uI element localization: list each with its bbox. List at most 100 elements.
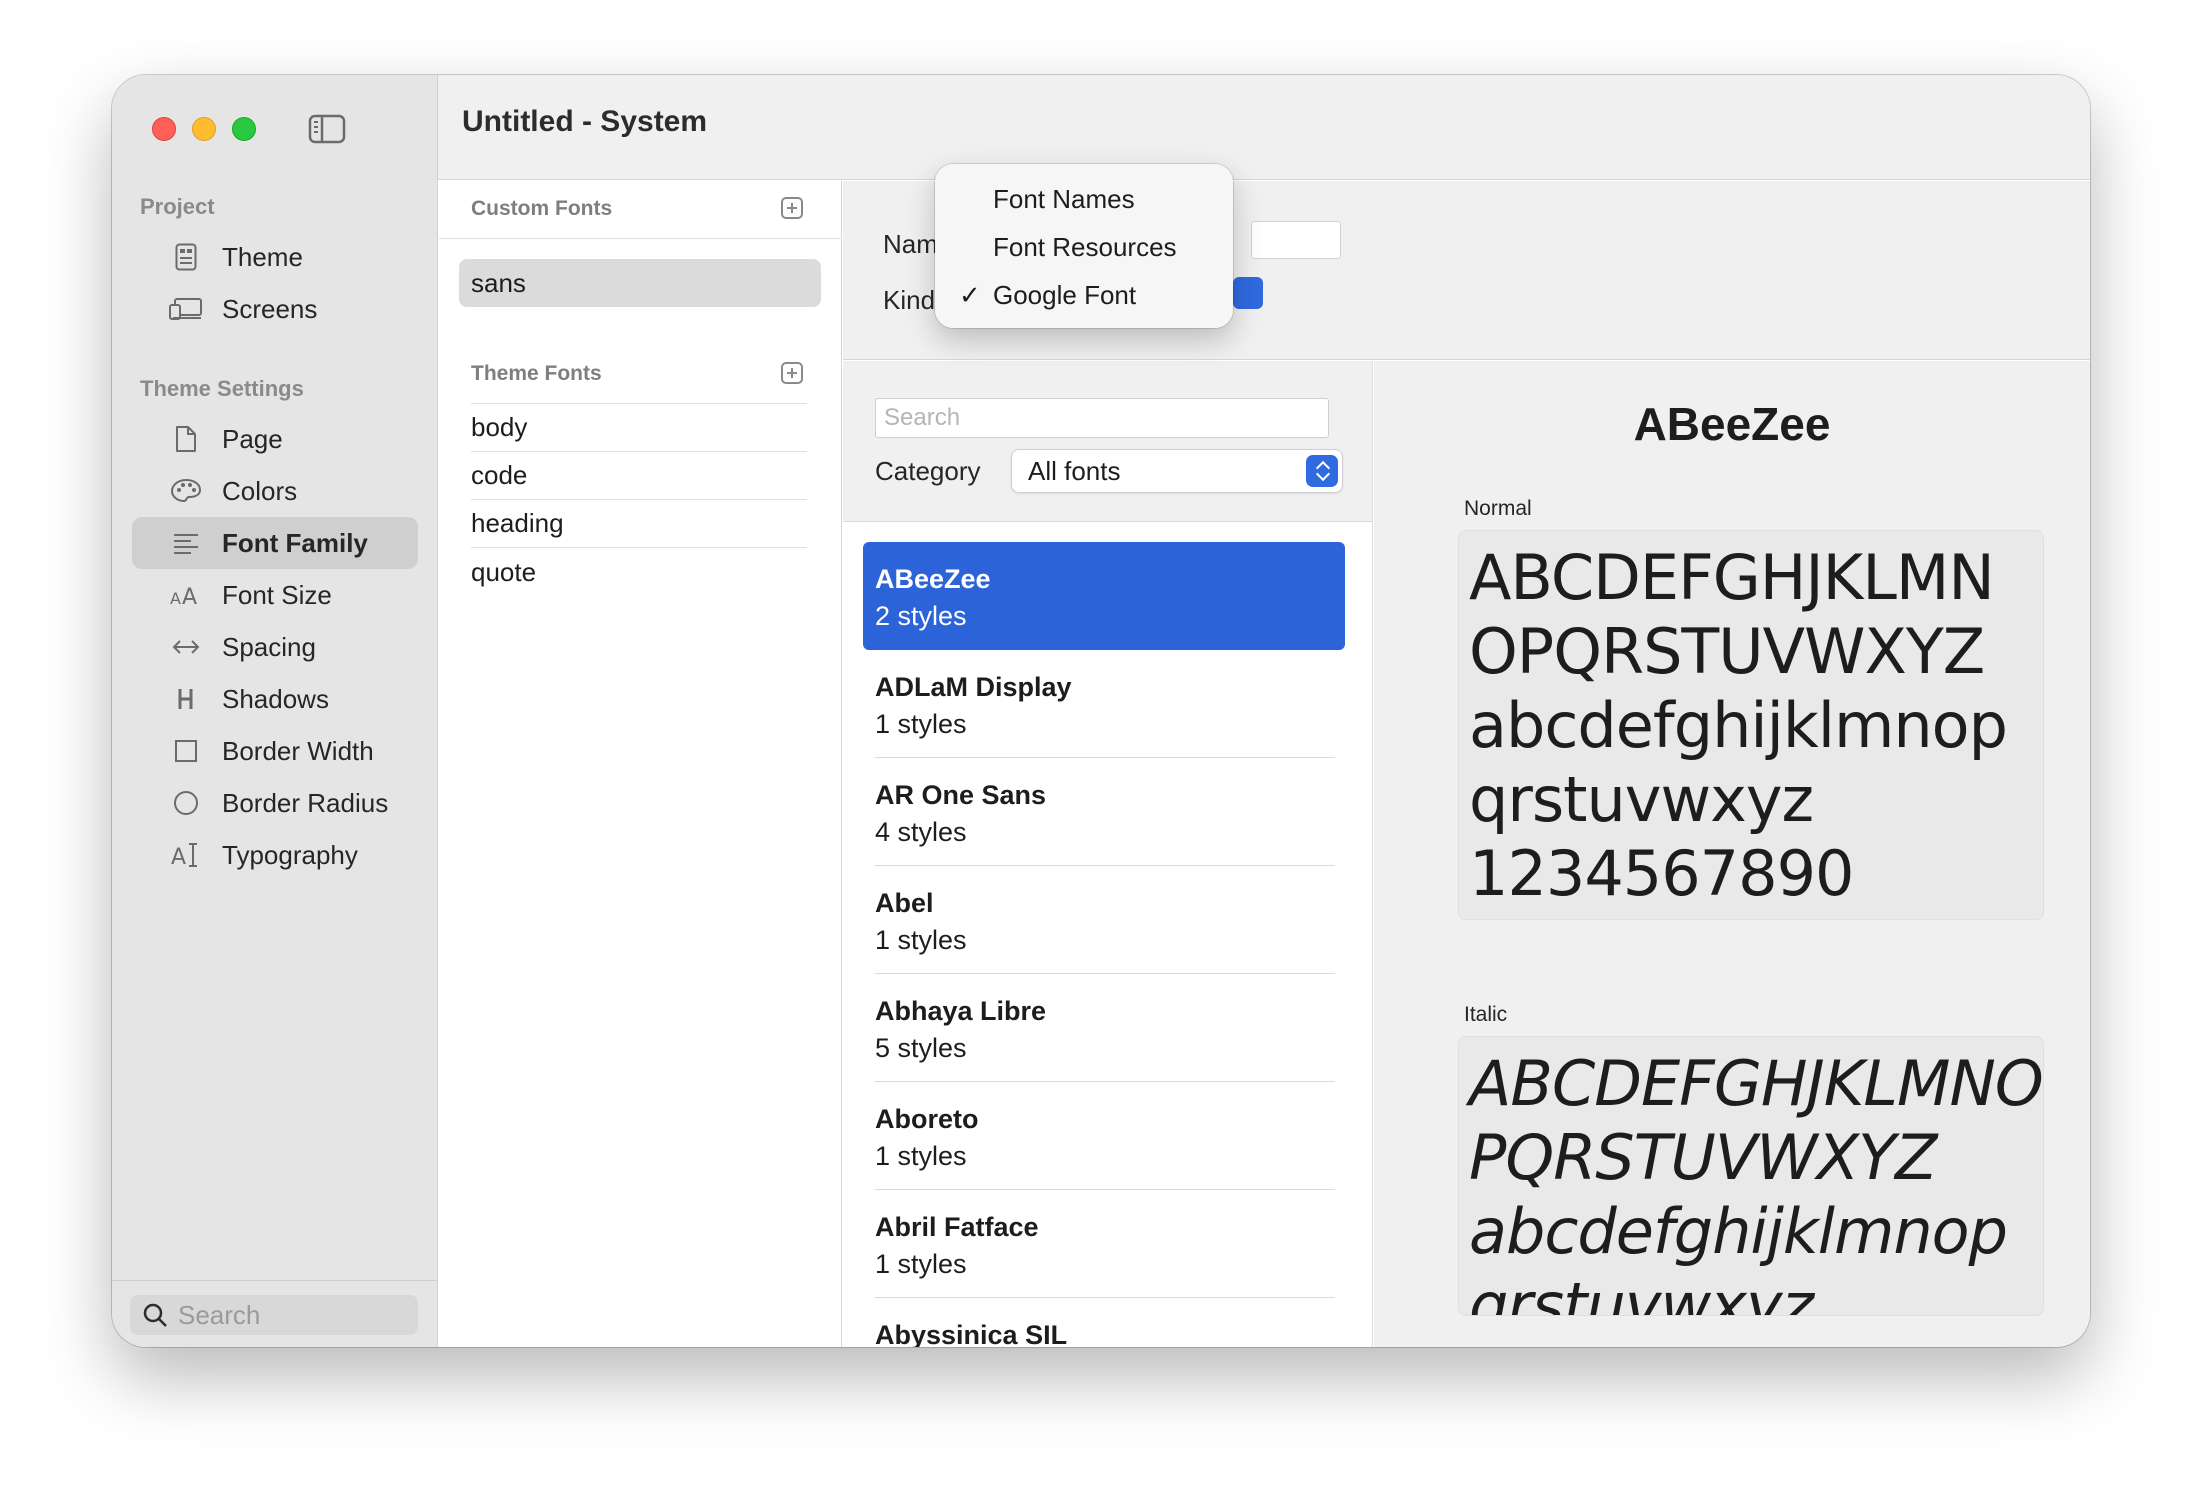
google-fonts-panel: Search Category All fonts ABeeZee 2 styl… (843, 361, 1373, 1347)
menu-item-google-font[interactable]: Google Font (993, 280, 1136, 311)
kind-popup-stepper[interactable] (1233, 277, 1263, 309)
font-style-count: 1 styles (875, 925, 967, 955)
add-custom-font-button[interactable] (781, 197, 803, 219)
theme-icon (168, 242, 204, 272)
sidebar: Project Theme Screens Theme Settings Pag… (112, 75, 438, 1347)
sidebar-toggle-icon[interactable] (308, 113, 346, 145)
font-style-count: 2 styles (875, 601, 967, 631)
typography-icon: A (168, 840, 204, 870)
font-name: Abril Fatface (875, 1212, 1039, 1242)
page-icon (168, 424, 204, 454)
titlebar: Untitled - System (438, 75, 2090, 180)
sidebar-item-font-size[interactable]: AA Font Size (132, 569, 418, 621)
sidebar-item-screens[interactable]: Screens (132, 283, 418, 335)
sidebar-item-label: Border Width (222, 735, 374, 766)
screens-icon (168, 294, 204, 324)
sidebar-item-label: Font Family (222, 527, 368, 558)
theme-font-item[interactable]: body (471, 404, 807, 452)
sample-line: qrstuvwxyz (1469, 1269, 1814, 1316)
custom-fonts-header: Custom Fonts (471, 197, 613, 220)
sidebar-item-label: Colors (222, 475, 298, 506)
font-list-item[interactable]: ABeeZee 2 styles (863, 542, 1345, 650)
sidebar-divider (112, 1280, 437, 1281)
menu-item-font-names[interactable]: Font Names (993, 184, 1135, 215)
font-list-item[interactable]: Abel 1 styles (863, 866, 1345, 974)
theme-fonts-header: Theme Fonts (471, 362, 602, 385)
sidebar-item-label: Font Size (222, 579, 332, 610)
sidebar-item-label: Shadows (222, 683, 329, 714)
project-section-header: Project (140, 194, 215, 219)
name-field[interactable] (1251, 221, 1341, 259)
sidebar-item-label: Spacing (222, 631, 316, 662)
normal-style-label: Normal (1464, 497, 1532, 520)
category-select[interactable]: All fonts (1011, 449, 1343, 493)
sidebar-search-placeholder: Search (178, 1299, 261, 1330)
font-name: Abyssinica SIL (875, 1320, 1068, 1347)
sidebar-item-label: Screens (222, 293, 318, 324)
sidebar-item-font-family[interactable]: Font Family (132, 517, 418, 569)
font-search-input[interactable]: Search (875, 398, 1329, 438)
sidebar-item-label: Border Radius (222, 787, 389, 818)
sample-line: abcdefghijklmnop (1469, 689, 2008, 762)
sidebar-item-label: Typography (222, 839, 358, 870)
sample-line: 1234567890 (1469, 837, 1854, 910)
fonts-panel: Custom Fonts sans Theme Fonts body code … (439, 181, 842, 1347)
font-list-item[interactable]: Abhaya Libre 5 styles (863, 974, 1345, 1082)
window-title: Untitled - System (462, 105, 708, 138)
add-theme-font-button[interactable] (781, 362, 803, 384)
sidebar-item-typography[interactable]: A Typography (132, 829, 418, 881)
font-name: Abel (875, 888, 934, 918)
sidebar-item-label: Page (222, 423, 283, 454)
font-name: Aboreto (875, 1104, 979, 1134)
theme-font-item[interactable]: heading (471, 500, 807, 548)
sample-line: ABCDEFGHJKLMNO (1469, 1047, 2043, 1120)
custom-font-item[interactable]: sans (459, 259, 821, 307)
font-list-item[interactable]: Abril Fatface 1 styles (863, 1190, 1345, 1298)
sidebar-item-label: Theme (222, 241, 303, 272)
category-value: All fonts (1028, 455, 1121, 486)
font-name: ABeeZee (875, 564, 991, 594)
font-style-count: 1 styles (875, 709, 967, 739)
sidebar-item-colors[interactable]: Colors (132, 465, 418, 517)
shadows-icon (168, 684, 204, 714)
italic-sample: ABCDEFGHJKLMNO PQRSTUVWXYZ abcdefghijklm… (1458, 1036, 2044, 1316)
name-label: Nam (883, 229, 938, 259)
minimize-window-button[interactable] (192, 117, 216, 141)
sample-line: abcdefghijklmnop (1469, 1195, 2008, 1268)
preview-font-name: ABeeZee (1633, 398, 1831, 450)
font-style-count: 4 styles (875, 817, 967, 847)
svg-text:A: A (170, 589, 181, 606)
font-list-item[interactable]: ADLaM Display 1 styles (863, 650, 1345, 758)
search-icon (142, 1302, 168, 1328)
theme-font-item[interactable]: code (471, 452, 807, 500)
font-style-count: 5 styles (875, 1033, 967, 1063)
sidebar-item-page[interactable]: Page (132, 413, 418, 465)
font-name: ADLaM Display (875, 672, 1072, 702)
sidebar-item-theme[interactable]: Theme (132, 231, 418, 283)
sidebar-item-border-radius[interactable]: Border Radius (132, 777, 418, 829)
palette-icon (168, 476, 204, 506)
sidebar-item-spacing[interactable]: Spacing (132, 621, 418, 673)
font-list-item[interactable]: AR One Sans 4 styles (863, 758, 1345, 866)
circle-icon (168, 788, 204, 818)
zoom-window-button[interactable] (232, 117, 256, 141)
sidebar-search-field[interactable]: Search (130, 1295, 418, 1335)
window-controls (152, 117, 256, 141)
menu-item-font-resources[interactable]: Font Resources (993, 232, 1177, 263)
app-window: Project Theme Screens Theme Settings Pag… (112, 75, 2090, 1347)
font-list-item[interactable]: Aboreto 1 styles (863, 1082, 1345, 1190)
category-label: Category (875, 456, 981, 486)
font-style-count: 1 styles (875, 1249, 967, 1279)
font-list-item[interactable]: Abyssinica SIL (863, 1298, 1345, 1347)
sample-line: qrstuvwxyz (1469, 763, 1814, 836)
close-window-button[interactable] (152, 117, 176, 141)
kind-popup-menu: Font Names Font Resources ✓ Google Font (935, 164, 1233, 328)
theme-font-item[interactable]: quote (471, 548, 807, 596)
font-name: Abhaya Libre (875, 996, 1047, 1026)
font-preview: ABeeZee Normal ABCDEFGHJKLMN OPQRSTUVWXY… (1374, 361, 2090, 1347)
sidebar-item-shadows[interactable]: Shadows (132, 673, 418, 725)
sidebar-item-border-width[interactable]: Border Width (132, 725, 418, 777)
normal-sample: ABCDEFGHJKLMN OPQRSTUVWXYZ abcdefghijklm… (1458, 530, 2044, 920)
theme-settings-section-header: Theme Settings (140, 376, 304, 401)
italic-style-label: Italic (1464, 1003, 1508, 1026)
